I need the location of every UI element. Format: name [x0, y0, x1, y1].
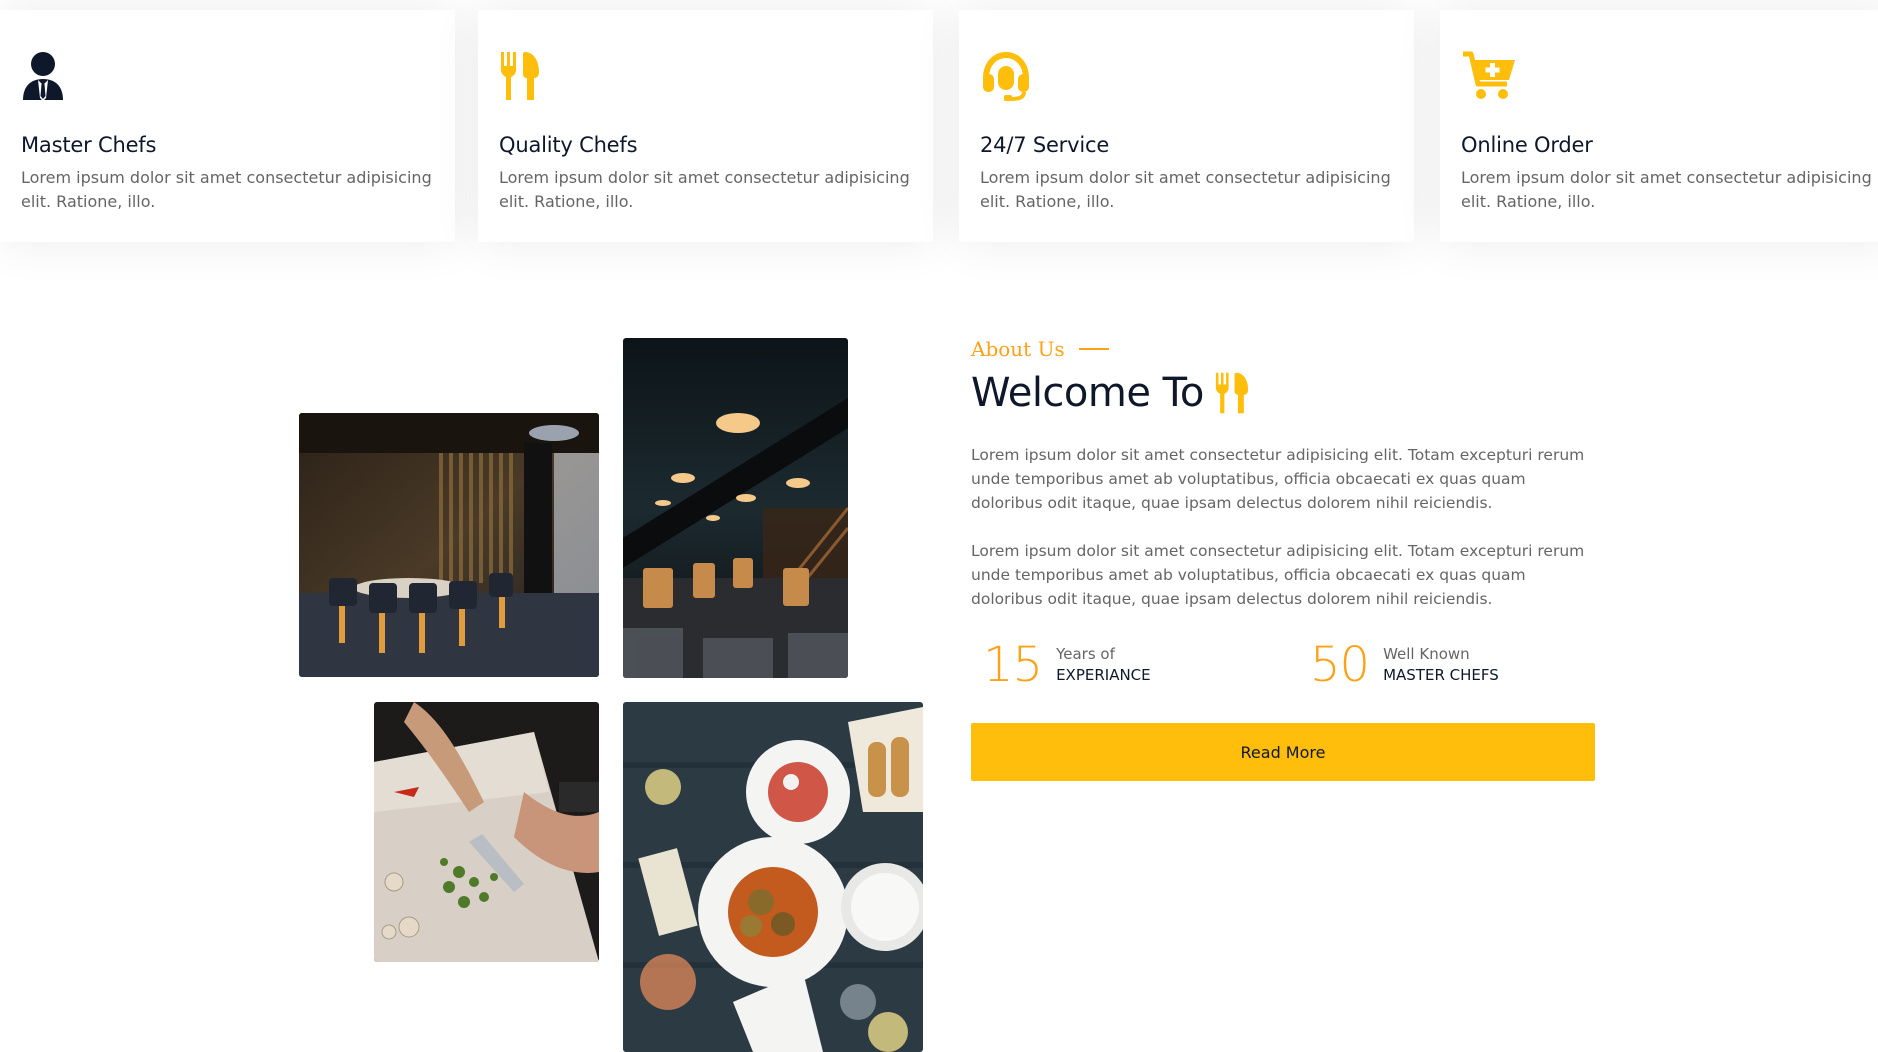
stat-number: 15	[983, 637, 1043, 693]
restaurant-interior-photo	[299, 413, 599, 677]
stat-label: Years of EXPERIANCE	[1056, 644, 1151, 686]
food-table-photo	[623, 702, 923, 1052]
stat-chefs: 50 Well Known MASTER CHEFS	[1298, 635, 1499, 695]
chef-chopping-photo	[374, 702, 599, 962]
card-text: Lorem ipsum dolor sit amet consectetur a…	[499, 168, 910, 211]
service-card-quality-chefs: Quality Chefs Lorem ipsum dolor sit amet…	[478, 10, 933, 242]
card-title: Quality Chefs	[499, 133, 638, 157]
service-card-online-order: Online Order Lorem ipsum dolor sit amet …	[1440, 10, 1878, 242]
stat-label-line2: EXPERIANCE	[1056, 666, 1151, 684]
headset-icon	[980, 50, 1029, 108]
stat-label-line1: Well Known	[1383, 645, 1470, 663]
section-label: About Us	[971, 337, 1109, 361]
utensils-icon	[499, 50, 547, 108]
stat-label-line1: Years of	[1056, 645, 1115, 663]
service-card-24-7-service: 24/7 Service Lorem ipsum dolor sit amet …	[959, 10, 1414, 242]
card-title: Online Order	[1461, 133, 1593, 157]
stat-label-line2: MASTER CHEFS	[1383, 666, 1499, 684]
label-underline	[1078, 348, 1109, 350]
stat-years: 15 Years of EXPERIANCE	[971, 635, 1151, 695]
service-card-master-chefs: Master Chefs Lorem ipsum dolor sit amet …	[0, 10, 455, 242]
about-paragraph: Lorem ipsum dolor sit amet consectetur a…	[971, 446, 1585, 512]
restaurant-dining-photo	[623, 338, 848, 678]
card-title: 24/7 Service	[980, 133, 1110, 157]
services-section: Master Chefs Lorem ipsum dolor sit amet …	[0, 0, 1878, 245]
stat-number: 50	[1310, 637, 1370, 693]
cart-plus-icon	[1461, 50, 1515, 108]
page-title-text: Welcome To	[971, 370, 1204, 416]
card-title: Master Chefs	[21, 133, 157, 157]
card-text: Lorem ipsum dolor sit amet consectetur a…	[21, 168, 432, 211]
card-text: Lorem ipsum dolor sit amet consectetur a…	[1461, 168, 1872, 211]
read-more-button[interactable]: Read More	[971, 723, 1595, 781]
stat-label: Well Known MASTER CHEFS	[1383, 644, 1499, 686]
page-title: Welcome To	[971, 370, 1250, 416]
card-text: Lorem ipsum dolor sit amet consectetur a…	[980, 168, 1391, 211]
section-label-text: About Us	[971, 337, 1065, 361]
user-tie-icon	[21, 50, 69, 108]
utensils-icon	[1215, 372, 1248, 414]
about-paragraph: Lorem ipsum dolor sit amet consectetur a…	[971, 542, 1585, 608]
